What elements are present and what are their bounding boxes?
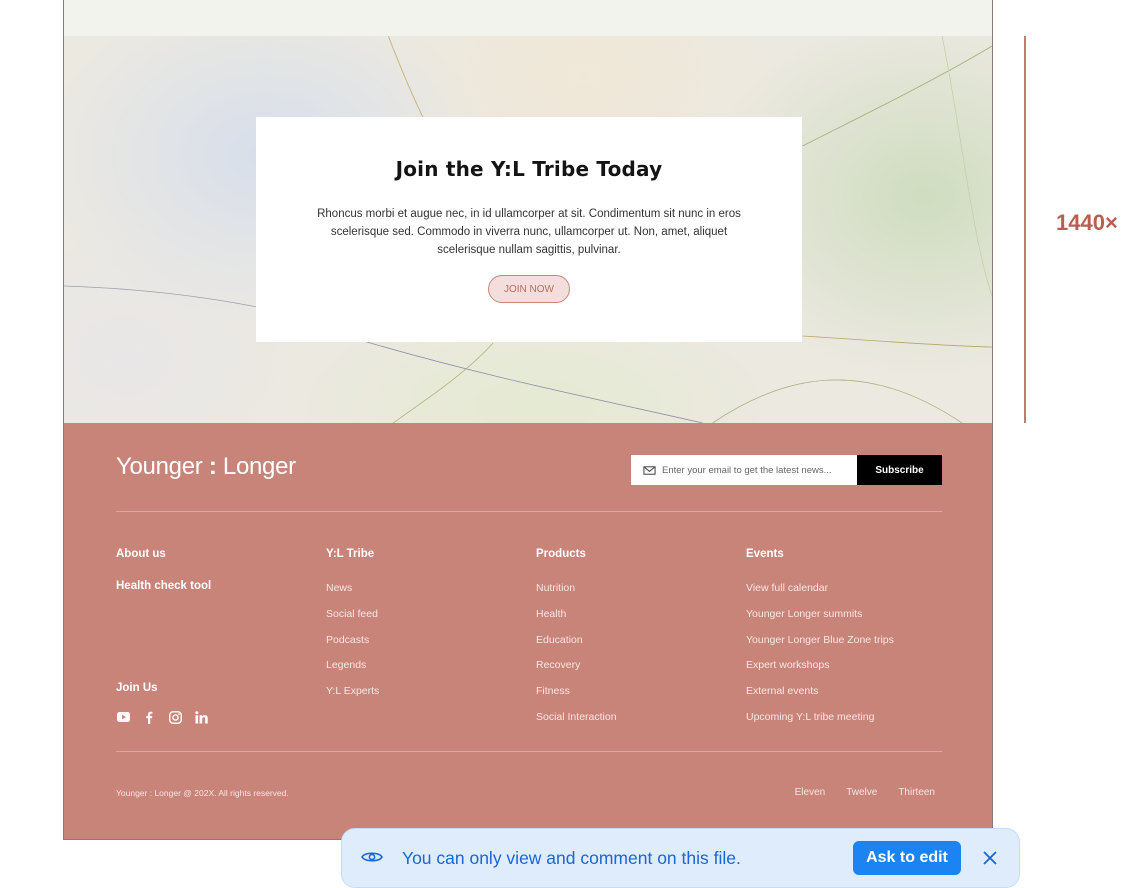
view-only-message: You can only view and comment on this fi… xyxy=(402,848,741,868)
footer-link-recovery[interactable]: Recovery xyxy=(536,659,617,685)
footer-link-news[interactable]: News xyxy=(326,582,379,608)
footer-link-experts[interactable]: Y:L Experts xyxy=(326,685,379,711)
join-now-button[interactable]: JOIN NOW xyxy=(488,275,570,303)
footer-logo[interactable]: Younger : Longer xyxy=(116,453,296,481)
footer: Younger : Longer Subscribe About us Heal… xyxy=(64,423,992,839)
footer-col-products: Products Nutrition Health Education Reco… xyxy=(536,548,617,737)
facebook-icon[interactable] xyxy=(142,710,156,724)
footer-link-education[interactable]: Education xyxy=(536,634,617,660)
copyright-text: Younger : Longer @ 202X. All rights rese… xyxy=(116,788,289,798)
footer-link-social-interaction[interactable]: Social Interaction xyxy=(536,711,617,737)
social-links xyxy=(116,710,208,724)
email-field-wrapper xyxy=(631,455,857,485)
footer-link-fitness[interactable]: Fitness xyxy=(536,685,617,711)
hero-section: Join the Y:L Tribe Today Rhoncus morbi e… xyxy=(64,36,992,423)
footer-link-summits[interactable]: Younger Longer summits xyxy=(746,608,894,634)
view-only-banner: You can only view and comment on this fi… xyxy=(341,828,1020,888)
ask-to-edit-button[interactable]: Ask to edit xyxy=(853,841,961,875)
footer-col-title-tribe[interactable]: Y:L Tribe xyxy=(326,548,379,560)
footer-col-about: About us Health check tool xyxy=(116,548,211,592)
newsletter-form: Subscribe xyxy=(631,455,942,485)
legal-link-eleven[interactable]: Eleven xyxy=(795,787,826,798)
youtube-icon[interactable] xyxy=(116,710,130,724)
footer-link-health[interactable]: Health xyxy=(536,608,617,634)
legal-links: Eleven Twelve Thirteen xyxy=(795,787,935,798)
footer-link-nutrition[interactable]: Nutrition xyxy=(536,582,617,608)
instagram-icon[interactable] xyxy=(168,710,182,724)
footer-link-social-feed[interactable]: Social feed xyxy=(326,608,379,634)
join-us-heading: Join Us xyxy=(116,682,158,694)
mail-icon xyxy=(643,465,656,475)
legal-link-twelve[interactable]: Twelve xyxy=(846,787,877,798)
join-tribe-card: Join the Y:L Tribe Today Rhoncus morbi e… xyxy=(256,117,802,342)
join-tribe-description: Rhoncus morbi et augue nec, in id ullamc… xyxy=(317,208,741,256)
logo-word-younger: Younger xyxy=(116,453,203,480)
footer-divider-top xyxy=(116,511,942,512)
page-frame: Join the Y:L Tribe Today Rhoncus morbi e… xyxy=(63,0,993,840)
logo-word-longer: Longer xyxy=(222,453,296,480)
footer-col-events: Events View full calendar Younger Longer… xyxy=(746,548,894,737)
health-check-link[interactable]: Health check tool xyxy=(116,580,211,592)
footer-link-tribe-meeting[interactable]: Upcoming Y:L tribe meeting xyxy=(746,711,894,737)
about-us-link[interactable]: About us xyxy=(116,548,211,560)
email-input[interactable] xyxy=(662,464,857,476)
close-icon[interactable] xyxy=(982,850,998,866)
footer-col-title-products[interactable]: Products xyxy=(536,548,617,560)
footer-col-title-events[interactable]: Events xyxy=(746,548,894,560)
footer-link-workshops[interactable]: Expert workshops xyxy=(746,659,894,685)
footer-col-tribe: Y:L Tribe News Social feed Podcasts Lege… xyxy=(326,548,379,711)
eye-icon xyxy=(361,852,383,862)
linkedin-icon[interactable] xyxy=(194,710,208,724)
measurement-label: 1440× xyxy=(1056,210,1118,235)
top-band xyxy=(64,0,992,36)
subscribe-button[interactable]: Subscribe xyxy=(857,455,942,485)
legal-link-thirteen[interactable]: Thirteen xyxy=(898,787,935,798)
footer-link-calendar[interactable]: View full calendar xyxy=(746,582,894,608)
join-tribe-title: Join the Y:L Tribe Today xyxy=(395,157,663,181)
footer-link-legends[interactable]: Legends xyxy=(326,659,379,685)
measurement-line xyxy=(1024,36,1026,423)
footer-link-blue-zone[interactable]: Younger Longer Blue Zone trips xyxy=(746,634,894,660)
footer-link-podcasts[interactable]: Podcasts xyxy=(326,634,379,660)
logo-colon: : xyxy=(208,453,217,480)
footer-link-external[interactable]: External events xyxy=(746,685,894,711)
footer-divider-bottom xyxy=(116,751,942,752)
